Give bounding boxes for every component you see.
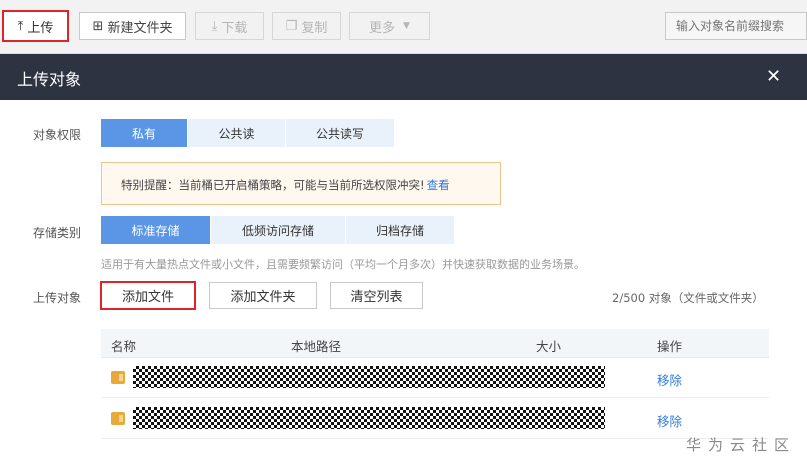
dialog-body: 对象权限 私有 公共读 公共读写 特别提醒：当前桶已开启桶策略，可能与当前所选权… (0, 100, 807, 470)
copy-button[interactable]: ❐ 复制 (272, 12, 341, 40)
add-folder-button[interactable]: 添加文件夹 (209, 282, 317, 309)
copy-label: 复制 (301, 20, 328, 36)
close-icon[interactable]: ✕ (766, 66, 781, 87)
remove-link[interactable]: 移除 (657, 370, 682, 389)
column-header-name: 名称 (111, 339, 137, 354)
upload-button-label: 上传 (27, 20, 54, 36)
upload-objects-label: 上传对象 (33, 291, 82, 305)
new-folder-label: 新建文件夹 (107, 20, 173, 36)
more-dropdown[interactable]: 更多 ▼ (349, 12, 430, 40)
redacted-file-info (133, 407, 605, 429)
folder-icon (111, 371, 125, 384)
download-label: 下载 (221, 20, 248, 36)
permission-option-public-read-write[interactable]: 公共读写 (286, 119, 394, 147)
storage-option-archive[interactable]: 归档存储 (346, 216, 454, 244)
new-folder-button[interactable]: ⊞ 新建文件夹 (79, 12, 186, 40)
dialog-header: 上传对象 ✕ (0, 54, 807, 100)
policy-notice: 特别提醒：当前桶已开启桶策略，可能与当前所选权限冲突! 查看 (101, 162, 501, 205)
storage-option-infrequent[interactable]: 低频访问存储 (211, 216, 345, 244)
upload-button[interactable]: ⤒ 上传 (2, 10, 69, 42)
storage-hint: 适用于有大量热点文件或小文件，且需要频繁访问（平均一个月多次）并快速获取数据的业… (101, 258, 585, 271)
toolbar: ⤒ 上传 ⊞ 新建文件夹 ⤓ 下载 ❐ 复制 更多 ▼ (0, 0, 807, 54)
permission-label: 对象权限 (33, 128, 82, 142)
download-button[interactable]: ⤓ 下载 (195, 12, 264, 40)
redacted-file-info (133, 366, 605, 388)
policy-notice-text: 特别提醒：当前桶已开启桶策略，可能与当前所选权限冲突! (121, 178, 425, 192)
storage-class-label: 存储类别 (33, 226, 82, 240)
clear-list-button[interactable]: 清空列表 (330, 282, 423, 309)
object-count: 2/500 对象（文件或文件夹） (612, 291, 764, 305)
chevron-down-icon: ▼ (403, 21, 410, 31)
permission-option-private[interactable]: 私有 (101, 119, 187, 147)
copy-icon: ❐ (285, 18, 298, 34)
dialog-title: 上传对象 (17, 70, 82, 89)
storage-option-standard[interactable]: 标准存储 (101, 216, 210, 244)
table-row: 移除 (101, 358, 769, 398)
search-input[interactable] (665, 12, 807, 40)
table-row: 移除 (101, 399, 769, 439)
column-header-action: 操作 (657, 339, 683, 354)
column-header-size: 大小 (536, 339, 562, 354)
folder-icon (111, 412, 125, 425)
upload-icon: ⤒ (17, 18, 24, 34)
watermark: 华为云社区 (686, 436, 797, 454)
permission-option-public-read[interactable]: 公共读 (188, 119, 285, 147)
table-header: 名称 本地路径 大小 操作 (101, 329, 769, 358)
policy-notice-link[interactable]: 查看 (427, 178, 450, 192)
download-icon: ⤓ (211, 18, 218, 34)
more-label: 更多 (369, 20, 396, 36)
add-file-button[interactable]: 添加文件 (100, 281, 196, 310)
column-header-local-path: 本地路径 (291, 339, 342, 354)
new-folder-icon: ⊞ (92, 18, 104, 34)
remove-link[interactable]: 移除 (657, 411, 682, 430)
